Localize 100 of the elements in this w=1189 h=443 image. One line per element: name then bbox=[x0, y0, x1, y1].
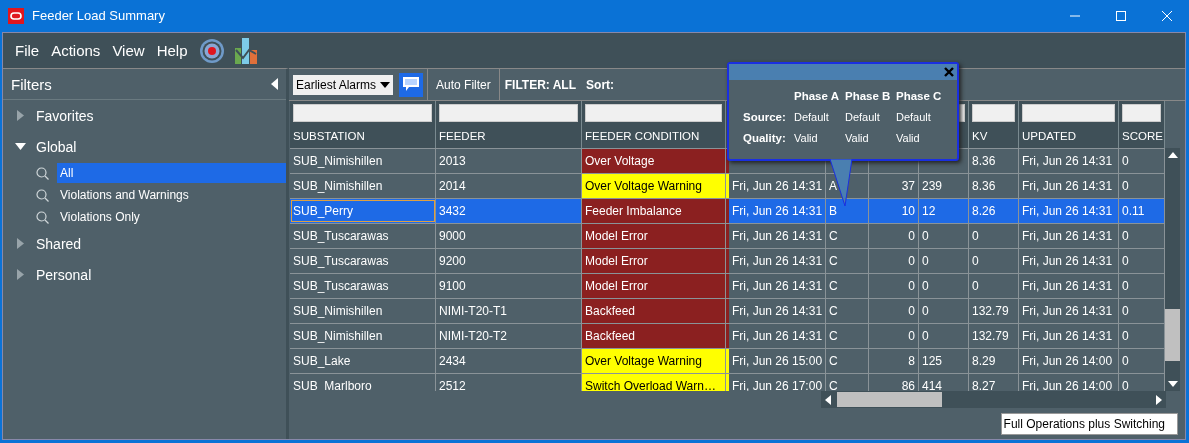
scroll-left-icon[interactable] bbox=[825, 394, 831, 405]
column-header[interactable]: KV bbox=[972, 130, 1015, 144]
menu-item[interactable]: Help bbox=[156, 42, 188, 59]
table-cell: 0 bbox=[972, 229, 979, 243]
collapse-icon[interactable] bbox=[271, 78, 278, 90]
table-cell: 0 bbox=[1122, 304, 1129, 318]
table-cell: SUB_Nimishillen bbox=[293, 329, 383, 343]
table-cell: 0 bbox=[972, 254, 979, 268]
filter-group[interactable]: Personal bbox=[36, 266, 92, 283]
comment-button[interactable] bbox=[399, 72, 424, 97]
column-header[interactable]: SUBSTATION bbox=[293, 130, 432, 144]
table-cell: 37 bbox=[901, 179, 915, 193]
chart-icon[interactable] bbox=[235, 37, 258, 64]
table-cell: 0 bbox=[1122, 154, 1129, 168]
column-filter-field[interactable] bbox=[972, 104, 1015, 122]
phase-value: Default bbox=[896, 111, 932, 123]
scroll-down-icon[interactable] bbox=[1167, 381, 1178, 387]
scrollbar-thumb[interactable] bbox=[1165, 308, 1180, 361]
search-icon bbox=[36, 210, 49, 224]
table-cell: C bbox=[829, 329, 838, 343]
table-cell: 0 bbox=[1122, 229, 1129, 243]
close-icon[interactable] bbox=[944, 67, 954, 77]
phase-header: Phase C bbox=[896, 90, 943, 102]
horizontal-scrollbar[interactable] bbox=[821, 391, 1166, 408]
table-cell: SUB_Tuscarawas bbox=[293, 229, 389, 243]
column-filter-field[interactable] bbox=[585, 104, 722, 122]
table-cell: 0 bbox=[908, 229, 915, 243]
collapsed-caret-icon[interactable] bbox=[15, 110, 26, 121]
table-cell: 8.36 bbox=[972, 179, 996, 193]
column-filter-field[interactable] bbox=[293, 104, 432, 122]
scroll-right-icon[interactable] bbox=[1156, 394, 1162, 405]
table-cell: SUB_Tuscarawas bbox=[293, 279, 389, 293]
column-filter-field[interactable] bbox=[1022, 104, 1115, 122]
phase-header: Phase A bbox=[794, 90, 840, 102]
filter-item[interactable]: All bbox=[57, 163, 286, 183]
table-cell: Fri, Jun 26 14:31 bbox=[1022, 154, 1113, 168]
auto-filter-button[interactable]: Auto Filter bbox=[427, 69, 500, 100]
filter-group[interactable]: Global bbox=[36, 138, 77, 155]
table-cell: SUB_Tuscarawas bbox=[293, 254, 389, 268]
table-cell: Fri, Jun 26 14:31 bbox=[1022, 204, 1113, 218]
table-cell: Fri, Jun 26 14:31 bbox=[732, 179, 823, 193]
condition-cell: Model Error bbox=[585, 254, 648, 268]
app-logo-icon bbox=[8, 7, 24, 24]
table-cell: 0 bbox=[1122, 254, 1129, 268]
table-cell: 2014 bbox=[439, 179, 466, 193]
column-filter-field[interactable] bbox=[1122, 104, 1161, 122]
phase-value: Valid bbox=[845, 132, 870, 144]
table-cell: B bbox=[829, 204, 837, 218]
table-cell: 0 bbox=[922, 329, 929, 343]
table-cell: 10 bbox=[901, 204, 915, 218]
phase-header: Phase B bbox=[845, 90, 892, 102]
condition-cell: Over Voltage Warning bbox=[585, 179, 702, 193]
filter-group[interactable]: Favorites bbox=[36, 107, 94, 124]
condition-cell: Model Error bbox=[585, 229, 648, 243]
scroll-up-icon[interactable] bbox=[1167, 152, 1178, 158]
column-header[interactable]: FEEDER bbox=[439, 130, 578, 144]
column-header[interactable]: UPDATED bbox=[1022, 130, 1115, 144]
maximize-icon[interactable] bbox=[1115, 9, 1127, 22]
table-cell: 0 bbox=[1122, 379, 1129, 391]
sort-order-dropdown[interactable]: Earliest Alarms bbox=[293, 74, 394, 95]
row-label: Quality: bbox=[743, 132, 787, 144]
dropdown-caret-icon bbox=[380, 81, 391, 88]
table-cell: SUB_Lake bbox=[293, 354, 351, 368]
table-cell: 0.11 bbox=[1122, 204, 1145, 218]
search-icon bbox=[36, 188, 49, 202]
table-cell: 8.29 bbox=[972, 354, 996, 368]
collapsed-caret-icon[interactable] bbox=[15, 269, 26, 280]
column-filter-field[interactable] bbox=[439, 104, 578, 122]
filter-group[interactable]: Shared bbox=[36, 235, 82, 252]
expanded-caret-icon[interactable] bbox=[15, 141, 26, 152]
menu-item[interactable]: File bbox=[15, 42, 40, 59]
vertical-scrollbar[interactable] bbox=[1165, 148, 1180, 391]
table-cell: Fri, Jun 26 14:31 bbox=[732, 279, 823, 293]
table-cell: Fri, Jun 26 14:31 bbox=[732, 204, 823, 218]
table-cell: 8 bbox=[908, 354, 915, 368]
scrollbar-thumb[interactable] bbox=[837, 392, 942, 407]
operating-mode-field: Full Operations plus Switching bbox=[1000, 412, 1178, 435]
condition-cell: Over Voltage bbox=[585, 154, 655, 168]
target-icon[interactable] bbox=[199, 37, 226, 64]
table-cell: 0 bbox=[908, 329, 915, 343]
table-cell: 132.79 bbox=[972, 304, 1009, 318]
condition-cell: Over Voltage Warning bbox=[585, 354, 702, 368]
table-cell: Fri, Jun 26 14:00 bbox=[1022, 379, 1113, 391]
column-header[interactable]: SCORE bbox=[1122, 130, 1161, 144]
table-cell: 0 bbox=[922, 304, 929, 318]
window-title: Feeder Load Summary bbox=[32, 8, 165, 23]
filter-item[interactable]: Violations and Warnings bbox=[57, 185, 286, 205]
table-cell: 239 bbox=[922, 179, 943, 193]
table-cell: C bbox=[829, 379, 838, 391]
column-header[interactable]: FEEDER CONDITION bbox=[585, 130, 722, 144]
filter-item[interactable]: Violations Only bbox=[57, 207, 286, 227]
sort-label: Sort: bbox=[585, 76, 616, 94]
phase-value: Default bbox=[845, 111, 881, 123]
table-cell: C bbox=[829, 229, 838, 243]
collapsed-caret-icon[interactable] bbox=[15, 238, 26, 249]
table-cell: C bbox=[829, 254, 838, 268]
filters-title: Filters bbox=[11, 75, 52, 93]
menu-item[interactable]: Actions bbox=[51, 42, 101, 59]
menu-item[interactable]: View bbox=[112, 42, 145, 59]
table-cell: 9200 bbox=[439, 254, 466, 268]
